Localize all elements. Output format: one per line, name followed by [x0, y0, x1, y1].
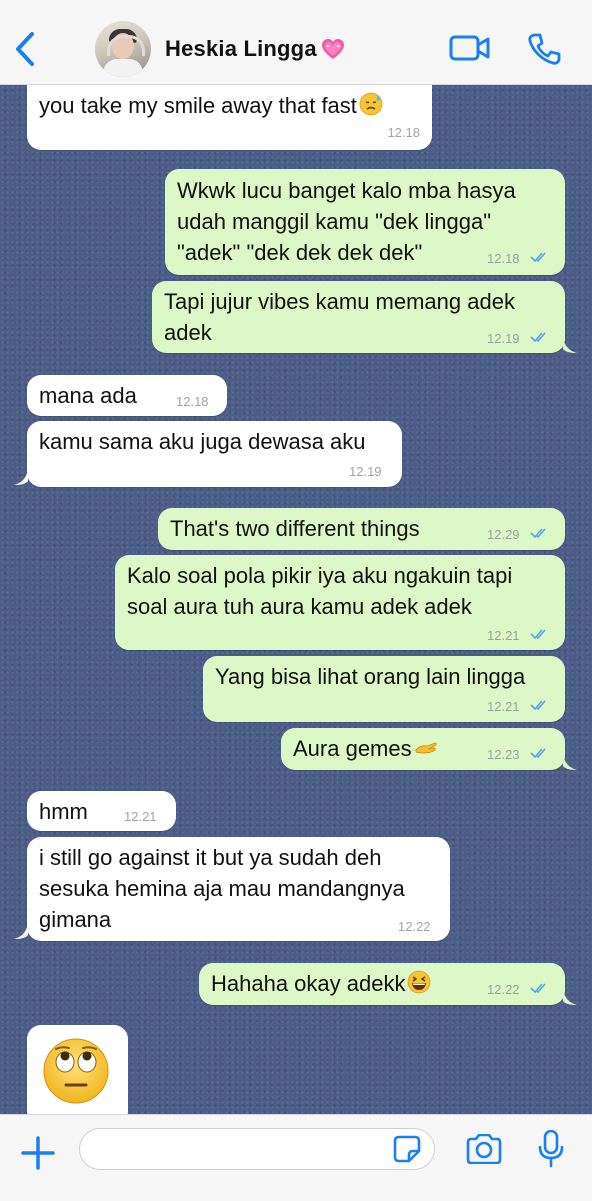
message-text: Hahaha okay adekk	[211, 971, 406, 996]
message-input[interactable]	[79, 1128, 435, 1170]
message-line: Wkwk lucu banget kalo mba hasya	[177, 178, 516, 203]
message-time: 12.19	[349, 464, 382, 479]
heart-icon	[321, 39, 344, 59]
message-time: 12.18	[387, 125, 420, 140]
outgoing-message[interactable]: Hahaha okay adekk 12.22	[199, 963, 565, 1005]
bubble-tail	[563, 989, 577, 1005]
incoming-message[interactable]: hmm 12.21	[27, 791, 176, 831]
message-line: soal aura tuh aura kamu adek adek	[127, 594, 472, 619]
outgoing-message[interactable]: Yang bisa lihat orang lain lingga 12.21	[203, 656, 565, 722]
sticker-icon[interactable]	[393, 1135, 421, 1163]
read-ticks-icon	[530, 252, 546, 263]
message-time: 12.18	[176, 394, 209, 409]
plus-icon[interactable]	[18, 1133, 58, 1173]
face-with-rolling-eyes-emoji	[43, 1038, 109, 1104]
message-time: 12.19	[487, 331, 520, 346]
video-call-icon[interactable]	[449, 34, 491, 62]
contact-name-text: Heskia Lingga	[165, 36, 317, 61]
read-ticks-icon	[530, 748, 546, 759]
message-time: 12.21	[487, 699, 520, 714]
message-line: sesuka hemina aja mau mandangnya	[39, 876, 405, 901]
message-time: 12.18	[487, 251, 520, 266]
incoming-message[interactable]: you take my smile away that fast 12.18	[27, 80, 432, 150]
chevron-left-icon[interactable]	[8, 28, 42, 70]
message-text: hmm	[39, 799, 88, 824]
incoming-message[interactable]: mana ada 12.18	[27, 375, 227, 416]
bubble-tail	[563, 754, 577, 770]
message-line: Kalo soal pola pikir iya aku ngakuin tap…	[127, 563, 513, 588]
phone-icon[interactable]	[527, 32, 561, 66]
bubble-tail	[563, 337, 577, 353]
read-ticks-icon	[530, 528, 546, 539]
message-line: i still go against it but ya sudah deh	[39, 845, 382, 870]
read-ticks-icon	[530, 332, 546, 343]
incoming-message[interactable]: kamu sama aku juga dewasa aku 12.19	[27, 421, 402, 487]
outgoing-message[interactable]: Wkwk lucu banget kalo mba hasya udah man…	[165, 169, 565, 275]
bubble-tail	[14, 923, 28, 939]
message-line: "adek" "dek dek dek dek"	[177, 240, 423, 265]
read-ticks-icon	[530, 983, 546, 994]
message-line: udah manggil kamu "dek lingga"	[177, 209, 492, 234]
outgoing-message[interactable]: Tapi jujur vibes kamu memang adek adek 1…	[152, 281, 565, 353]
bubble-tail	[14, 469, 28, 485]
camera-icon[interactable]	[465, 1134, 503, 1164]
read-ticks-icon	[530, 700, 546, 711]
message-line: gimana	[39, 907, 112, 932]
message-text: Aura gemes	[293, 736, 412, 761]
contact-name[interactable]: Heskia Lingga	[165, 34, 345, 62]
message-line: Tapi jujur vibes kamu memang adek	[164, 289, 515, 314]
read-ticks-icon	[530, 629, 546, 640]
message-time: 12.21	[487, 628, 520, 643]
message-text: That's two different things	[170, 516, 420, 541]
pinching-hand-emoji	[415, 742, 437, 754]
message-text: mana ada	[39, 383, 137, 408]
message-text: kamu sama aku juga dewasa aku	[39, 429, 366, 454]
sweat-face-emoji	[359, 92, 383, 116]
outgoing-message[interactable]: Kalo soal pola pikir iya aku ngakuin tap…	[115, 555, 565, 650]
outgoing-message[interactable]: That's two different things 12.29	[158, 508, 565, 550]
message-line: adek	[164, 320, 212, 345]
chat-header: Heskia Lingga	[0, 0, 592, 85]
outgoing-message[interactable]: Aura gemes 12.23	[281, 728, 565, 770]
message-input-bar	[0, 1114, 592, 1201]
message-time: 12.29	[487, 527, 520, 542]
message-time: 12.21	[124, 809, 157, 824]
message-text: you take my smile away that fast	[39, 93, 357, 118]
grinning-squinting-face-emoji	[408, 970, 431, 994]
message-text: Yang bisa lihat orang lain lingga	[215, 664, 526, 689]
message-time: 12.22	[398, 919, 431, 934]
avatar[interactable]	[95, 21, 151, 77]
incoming-message[interactable]: i still go against it but ya sudah deh s…	[27, 837, 450, 941]
message-time: 12.22	[487, 982, 520, 997]
microphone-icon[interactable]	[538, 1130, 564, 1168]
message-time: 12.23	[487, 747, 520, 762]
incoming-emoji-message[interactable]	[27, 1025, 128, 1125]
